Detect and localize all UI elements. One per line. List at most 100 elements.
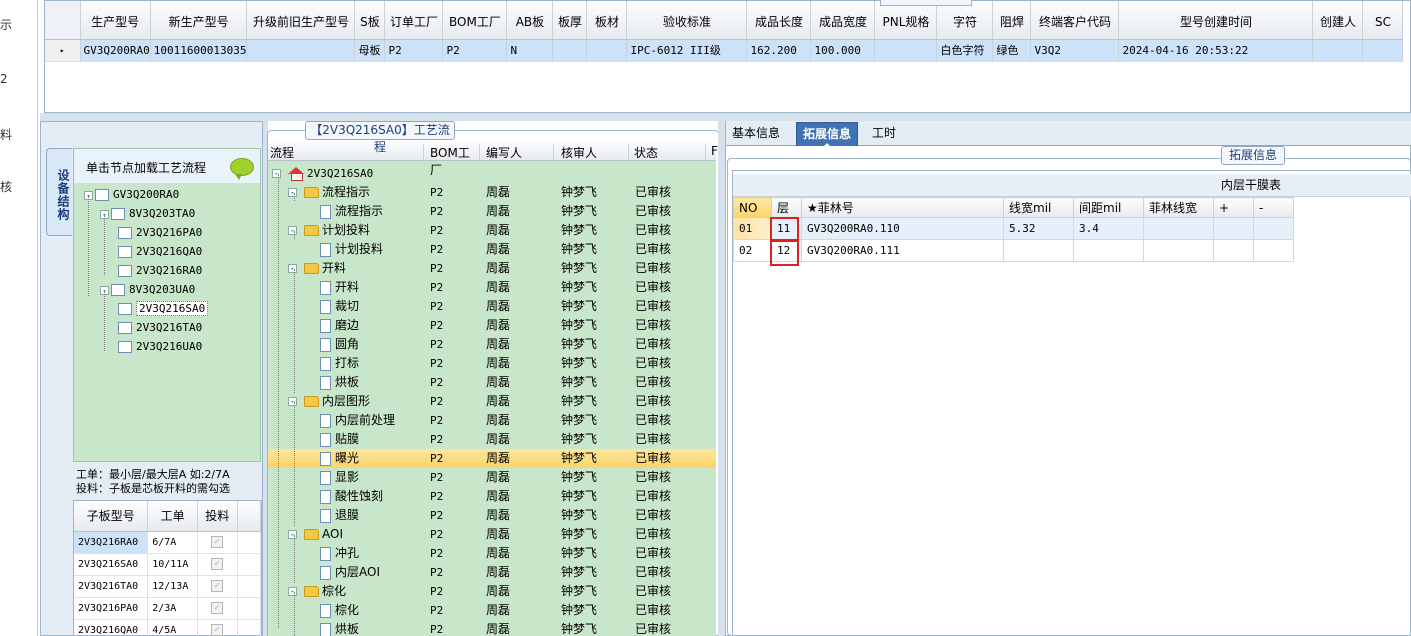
model-row[interactable]: ▸ GV3Q200RA0 10011600013035 母板 P2 P2 N IPC-6012… [45, 39, 1404, 62]
sub-board-row[interactable]: 2V3Q216TA0 12/13A ✓ [74, 575, 262, 598]
process-step-row[interactable]: 打标 P2 周磊 钟梦飞 已审核 [268, 354, 716, 373]
sub-col-header[interactable]: 工单 [147, 501, 198, 532]
tab-basic-info[interactable]: 基本信息 [726, 122, 786, 146]
tab-extended-info[interactable]: 拓展信息 [796, 122, 859, 147]
dry-film-cell[interactable]: GV3Q200RA0.110 [801, 217, 1004, 240]
process-step-row[interactable]: 烘板 P2 周磊 钟梦飞 已审核 [268, 620, 716, 636]
sub-col-header[interactable]: 子板型号 [74, 501, 149, 532]
left-nav-label[interactable]: 2 [0, 72, 8, 86]
tree-node[interactable]: 2V3Q216SA0 [118, 300, 209, 318]
dry-film-row[interactable]: 01 11 GV3Q200RA0.110 5.32 3.4 [733, 217, 1294, 240]
process-step-row[interactable]: 棕化 P2 周磊 钟梦飞 已审核 [268, 601, 716, 620]
process-step-row[interactable]: 内层AOI P2 周磊 钟梦飞 已审核 [268, 563, 716, 582]
dry-film-cell[interactable] [1213, 239, 1254, 262]
dry-film-cell[interactable] [1073, 239, 1144, 262]
dry-film-col-header[interactable]: + [1213, 197, 1254, 218]
col-header[interactable]: S板 [354, 1, 386, 40]
sub-board-feed[interactable]: ✓ [197, 553, 238, 576]
col-header[interactable]: 升级前旧生产型号 [246, 1, 356, 40]
sub-board-row[interactable]: 2V3Q216SA0 10/11A ✓ [74, 553, 262, 576]
process-step-row[interactable]: 计划投料 P2 周磊 钟梦飞 已审核 [268, 240, 716, 259]
grid-cell[interactable]: 162.200 [746, 39, 812, 62]
horizontal-splitter[interactable] [40, 113, 1411, 121]
grid-cell[interactable] [1312, 39, 1364, 62]
collapse-toggle[interactable]: - [288, 183, 297, 202]
dry-film-row[interactable]: 02 12 GV3Q200RA0.111 [733, 239, 1294, 262]
dry-film-cell[interactable] [1143, 217, 1214, 240]
feed-checkbox[interactable]: ✓ [210, 624, 223, 636]
dry-film-cell[interactable] [1003, 239, 1074, 262]
col-header[interactable]: 创建人 [1312, 1, 1364, 40]
grid-cell[interactable]: 母板 [354, 39, 386, 62]
col-header[interactable]: 验收标准 [626, 1, 748, 40]
grid-cell[interactable] [246, 39, 356, 62]
grid-cell[interactable]: 10011600013035 [150, 39, 248, 62]
col-header[interactable]: 板厚 [552, 1, 588, 40]
sub-board-order[interactable]: 2/3A [147, 597, 198, 620]
feed-checkbox[interactable]: ✓ [210, 536, 223, 548]
col-header[interactable]: 成品长度 [746, 1, 812, 40]
dry-film-col-header[interactable]: - [1253, 197, 1294, 218]
sub-board-row[interactable]: 2V3Q216PA0 2/3A ✓ [74, 597, 262, 620]
tree-node[interactable]: - GV3Q200RA0 [84, 186, 179, 204]
col-header[interactable]: 型号创建时间 [1118, 1, 1314, 40]
grid-cell[interactable]: P2 [442, 39, 508, 62]
sub-board-model[interactable]: 2V3Q216RA0 [74, 531, 149, 554]
sub-board-model[interactable]: 2V3Q216QA0 [74, 619, 149, 636]
sub-board-feed[interactable]: ✓ [197, 597, 238, 620]
col-header[interactable]: 生产型号 [80, 1, 151, 40]
sub-col-header[interactable]: 投料 [197, 501, 238, 532]
process-step-row[interactable]: - 流程指示 P2 周磊 钟梦飞 已审核 [268, 183, 716, 202]
process-step-row[interactable]: 显影 P2 周磊 钟梦飞 已审核 [268, 468, 716, 487]
sub-board-order[interactable]: 12/13A [147, 575, 198, 598]
dry-film-cell[interactable] [1253, 239, 1294, 262]
process-step-row[interactable]: 磨边 P2 周磊 钟梦飞 已审核 [268, 316, 716, 335]
dry-film-col-header[interactable]: 层 [771, 197, 802, 218]
feed-checkbox[interactable]: ✓ [210, 558, 223, 570]
col-header-flow[interactable]: 流程 [270, 144, 424, 160]
grid-cell[interactable]: GV3Q200RA0 [80, 39, 151, 62]
tree-node[interactable]: 2V3Q216RA0 [118, 262, 202, 280]
col-header-reviewer[interactable]: 核审人 [561, 144, 629, 160]
dry-film-cell[interactable] [1143, 239, 1214, 262]
sub-board-model[interactable]: 2V3Q216SA0 [74, 553, 149, 576]
dry-film-cell[interactable]: 02 [733, 239, 772, 262]
col-header[interactable]: 阻焊 [992, 1, 1032, 40]
process-step-row[interactable]: 裁切 P2 周磊 钟梦飞 已审核 [268, 297, 716, 316]
col-header-bom[interactable]: BOM工厂 [430, 144, 480, 177]
dry-film-cell[interactable]: 01 [733, 217, 772, 240]
process-step-row[interactable]: 酸性蚀刻 P2 周磊 钟梦飞 已审核 [268, 487, 716, 506]
process-step-row[interactable]: 圆角 P2 周磊 钟梦飞 已审核 [268, 335, 716, 354]
grid-cell[interactable]: 2024-04-16 20:53:22 [1118, 39, 1314, 62]
dry-film-col-header[interactable]: 间距mil [1073, 197, 1144, 218]
process-step-row[interactable]: - 内层图形 P2 周磊 钟梦飞 已审核 [268, 392, 716, 411]
collapse-toggle[interactable]: - [288, 221, 297, 240]
process-step-row[interactable]: - AOI P2 周磊 钟梦飞 已审核 [268, 525, 716, 544]
sub-board-feed[interactable]: ✓ [197, 575, 238, 598]
grid-cell[interactable] [1362, 39, 1404, 62]
process-step-row[interactable]: 内层前处理 P2 周磊 钟梦飞 已审核 [268, 411, 716, 430]
col-header[interactable]: 板材 [586, 1, 628, 40]
left-nav-label[interactable]: 料 [0, 126, 12, 143]
grid-cell[interactable]: N [506, 39, 554, 62]
feed-checkbox[interactable]: ✓ [210, 580, 223, 592]
sub-board-order[interactable]: 4/5A [147, 619, 198, 636]
collapse-toggle[interactable]: - [288, 392, 297, 411]
sub-board-order[interactable]: 10/11A [147, 553, 198, 576]
sub-board-model[interactable]: 2V3Q216PA0 [74, 597, 149, 620]
tab-work-hours[interactable]: 工时 [866, 122, 902, 146]
grid-cell[interactable]: 白色字符 [936, 39, 994, 62]
collapse-toggle[interactable]: - [288, 525, 297, 544]
process-step-row[interactable]: 退膜 P2 周磊 钟梦飞 已审核 [268, 506, 716, 525]
sub-board-order[interactable]: 6/7A [147, 531, 198, 554]
dry-film-cell[interactable] [1253, 217, 1294, 240]
process-step-row[interactable]: 冲孔 P2 周磊 钟梦飞 已审核 [268, 544, 716, 563]
process-step-row[interactable]: - 计划投料 P2 周磊 钟梦飞 已审核 [268, 221, 716, 240]
col-header-writer[interactable]: 编写人 [486, 144, 554, 160]
process-step-row[interactable]: 贴膜 P2 周磊 钟梦飞 已审核 [268, 430, 716, 449]
top-splitter-handle[interactable] [880, 0, 972, 6]
process-step-row[interactable]: 曝光 P2 周磊 钟梦飞 已审核 [268, 449, 716, 468]
tree-node[interactable]: 2V3Q216PA0 [118, 224, 202, 242]
grid-cell[interactable]: 绿色 [992, 39, 1032, 62]
grid-cell[interactable]: 100.000 [810, 39, 876, 62]
